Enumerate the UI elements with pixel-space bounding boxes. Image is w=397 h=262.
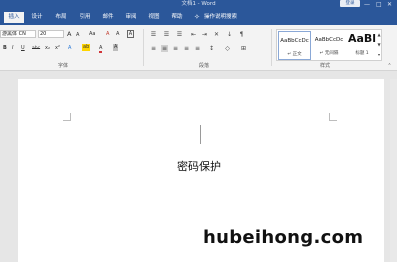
- login-button[interactable]: 登录: [340, 0, 360, 7]
- scroll-up-icon[interactable]: ▲: [376, 31, 382, 38]
- increase-indent-icon[interactable]: ⇥: [201, 31, 208, 38]
- tell-me-search[interactable]: 操作说明搜索: [204, 12, 244, 23]
- bullets-icon[interactable]: ☰: [150, 31, 157, 38]
- paragraph-group-label: 段落: [199, 63, 210, 69]
- highlight-button[interactable]: ab: [82, 44, 91, 51]
- more-styles-icon[interactable]: ▾: [376, 51, 382, 58]
- strikethrough-button[interactable]: abc: [32, 45, 40, 52]
- multilevel-list-icon[interactable]: ☰: [176, 31, 183, 38]
- justify-icon[interactable]: ≡: [183, 45, 190, 52]
- shading-bucket-icon[interactable]: ◇: [224, 45, 231, 52]
- style-heading-1[interactable]: AaBl 标题 1: [347, 31, 377, 60]
- margin-corner-top-right: [329, 113, 337, 121]
- align-left-icon[interactable]: ≡: [150, 45, 157, 52]
- lightbulb-icon: ✧: [194, 13, 200, 21]
- tab-review[interactable]: 审阅: [122, 12, 140, 23]
- tab-insert[interactable]: 插入: [4, 12, 24, 23]
- italic-button[interactable]: I: [12, 45, 13, 52]
- style-sample: AaBbCcDc: [280, 38, 309, 44]
- shrink-font-button[interactable]: A: [76, 32, 79, 39]
- superscript-button[interactable]: x²: [55, 45, 60, 52]
- tab-view[interactable]: 视图: [145, 12, 163, 23]
- text-cursor: [200, 125, 201, 144]
- tab-layout[interactable]: 布局: [52, 12, 70, 23]
- style-name: 标题 1: [355, 51, 369, 56]
- borders-icon[interactable]: ⊞: [240, 45, 247, 52]
- style-sample: AaBbCcDc: [314, 37, 344, 43]
- phonetic-guide-button[interactable]: A: [116, 31, 119, 38]
- char-border-button[interactable]: A: [127, 30, 134, 38]
- sort-icon[interactable]: ↓: [226, 31, 233, 38]
- group-divider: [271, 29, 272, 66]
- style-name: ↵ 正文: [287, 52, 302, 57]
- tab-help[interactable]: 帮助: [168, 12, 186, 23]
- clear-format-button[interactable]: A: [106, 31, 109, 38]
- document-text[interactable]: 密码保护: [177, 160, 221, 174]
- maximize-button[interactable]: □: [376, 0, 382, 9]
- align-right-icon[interactable]: ≡: [172, 45, 179, 52]
- title-bar: 文档1 - Word 登录 — □ ✕: [0, 0, 397, 9]
- tab-references[interactable]: 引用: [76, 12, 94, 23]
- underline-button[interactable]: U: [21, 45, 25, 52]
- font-name-select[interactable]: 游黑体 CN: [0, 30, 36, 38]
- style-sample: AaBl: [347, 32, 377, 45]
- style-normal[interactable]: AaBbCcDc ↵ 正文: [278, 31, 311, 60]
- subscript-button[interactable]: x₂: [45, 45, 50, 52]
- styles-group-label: 样式: [320, 63, 331, 69]
- vertical-scrollbar[interactable]: [390, 79, 397, 262]
- window-title: 文档1 - Word: [181, 1, 216, 7]
- show-marks-icon[interactable]: ¶: [238, 31, 245, 38]
- group-divider: [143, 29, 144, 66]
- font-group-label: 字体: [58, 63, 69, 69]
- decrease-indent-icon[interactable]: ⇤: [190, 31, 197, 38]
- style-name: ↵ 无间隔: [319, 51, 339, 56]
- styles-gallery: AaBbCcDc ↵ 正文 AaBbCcDc ↵ 无间隔 AaBl 标题 1 ▲…: [276, 29, 382, 61]
- watermark-text: hubeihong.com: [203, 227, 364, 248]
- scroll-down-icon[interactable]: ▼: [376, 41, 382, 48]
- chinese-layout-icon[interactable]: ✕: [213, 31, 220, 38]
- text-effects-button[interactable]: A: [68, 45, 71, 52]
- char-shading-button[interactable]: A: [113, 44, 119, 51]
- change-case-button[interactable]: Aa: [89, 31, 95, 38]
- line-spacing-icon[interactable]: ↕: [208, 45, 215, 52]
- numbering-icon[interactable]: ☰: [163, 31, 170, 38]
- font-size-select[interactable]: 20: [38, 30, 64, 38]
- align-center-icon[interactable]: ≡: [161, 45, 168, 52]
- close-button[interactable]: ✕: [387, 0, 392, 9]
- grow-font-button[interactable]: A: [67, 31, 71, 38]
- margin-corner-top-left: [63, 113, 71, 121]
- tab-mailings[interactable]: 邮件: [99, 12, 117, 23]
- tab-design[interactable]: 设计: [28, 12, 46, 23]
- minimize-button[interactable]: —: [364, 0, 370, 9]
- bold-button[interactable]: B: [3, 45, 7, 52]
- style-no-spacing[interactable]: AaBbCcDc ↵ 无间隔: [312, 31, 346, 60]
- distributed-icon[interactable]: ≡: [194, 45, 201, 52]
- collapse-ribbon-icon[interactable]: ⌃: [386, 63, 393, 70]
- font-color-button[interactable]: A: [99, 45, 103, 53]
